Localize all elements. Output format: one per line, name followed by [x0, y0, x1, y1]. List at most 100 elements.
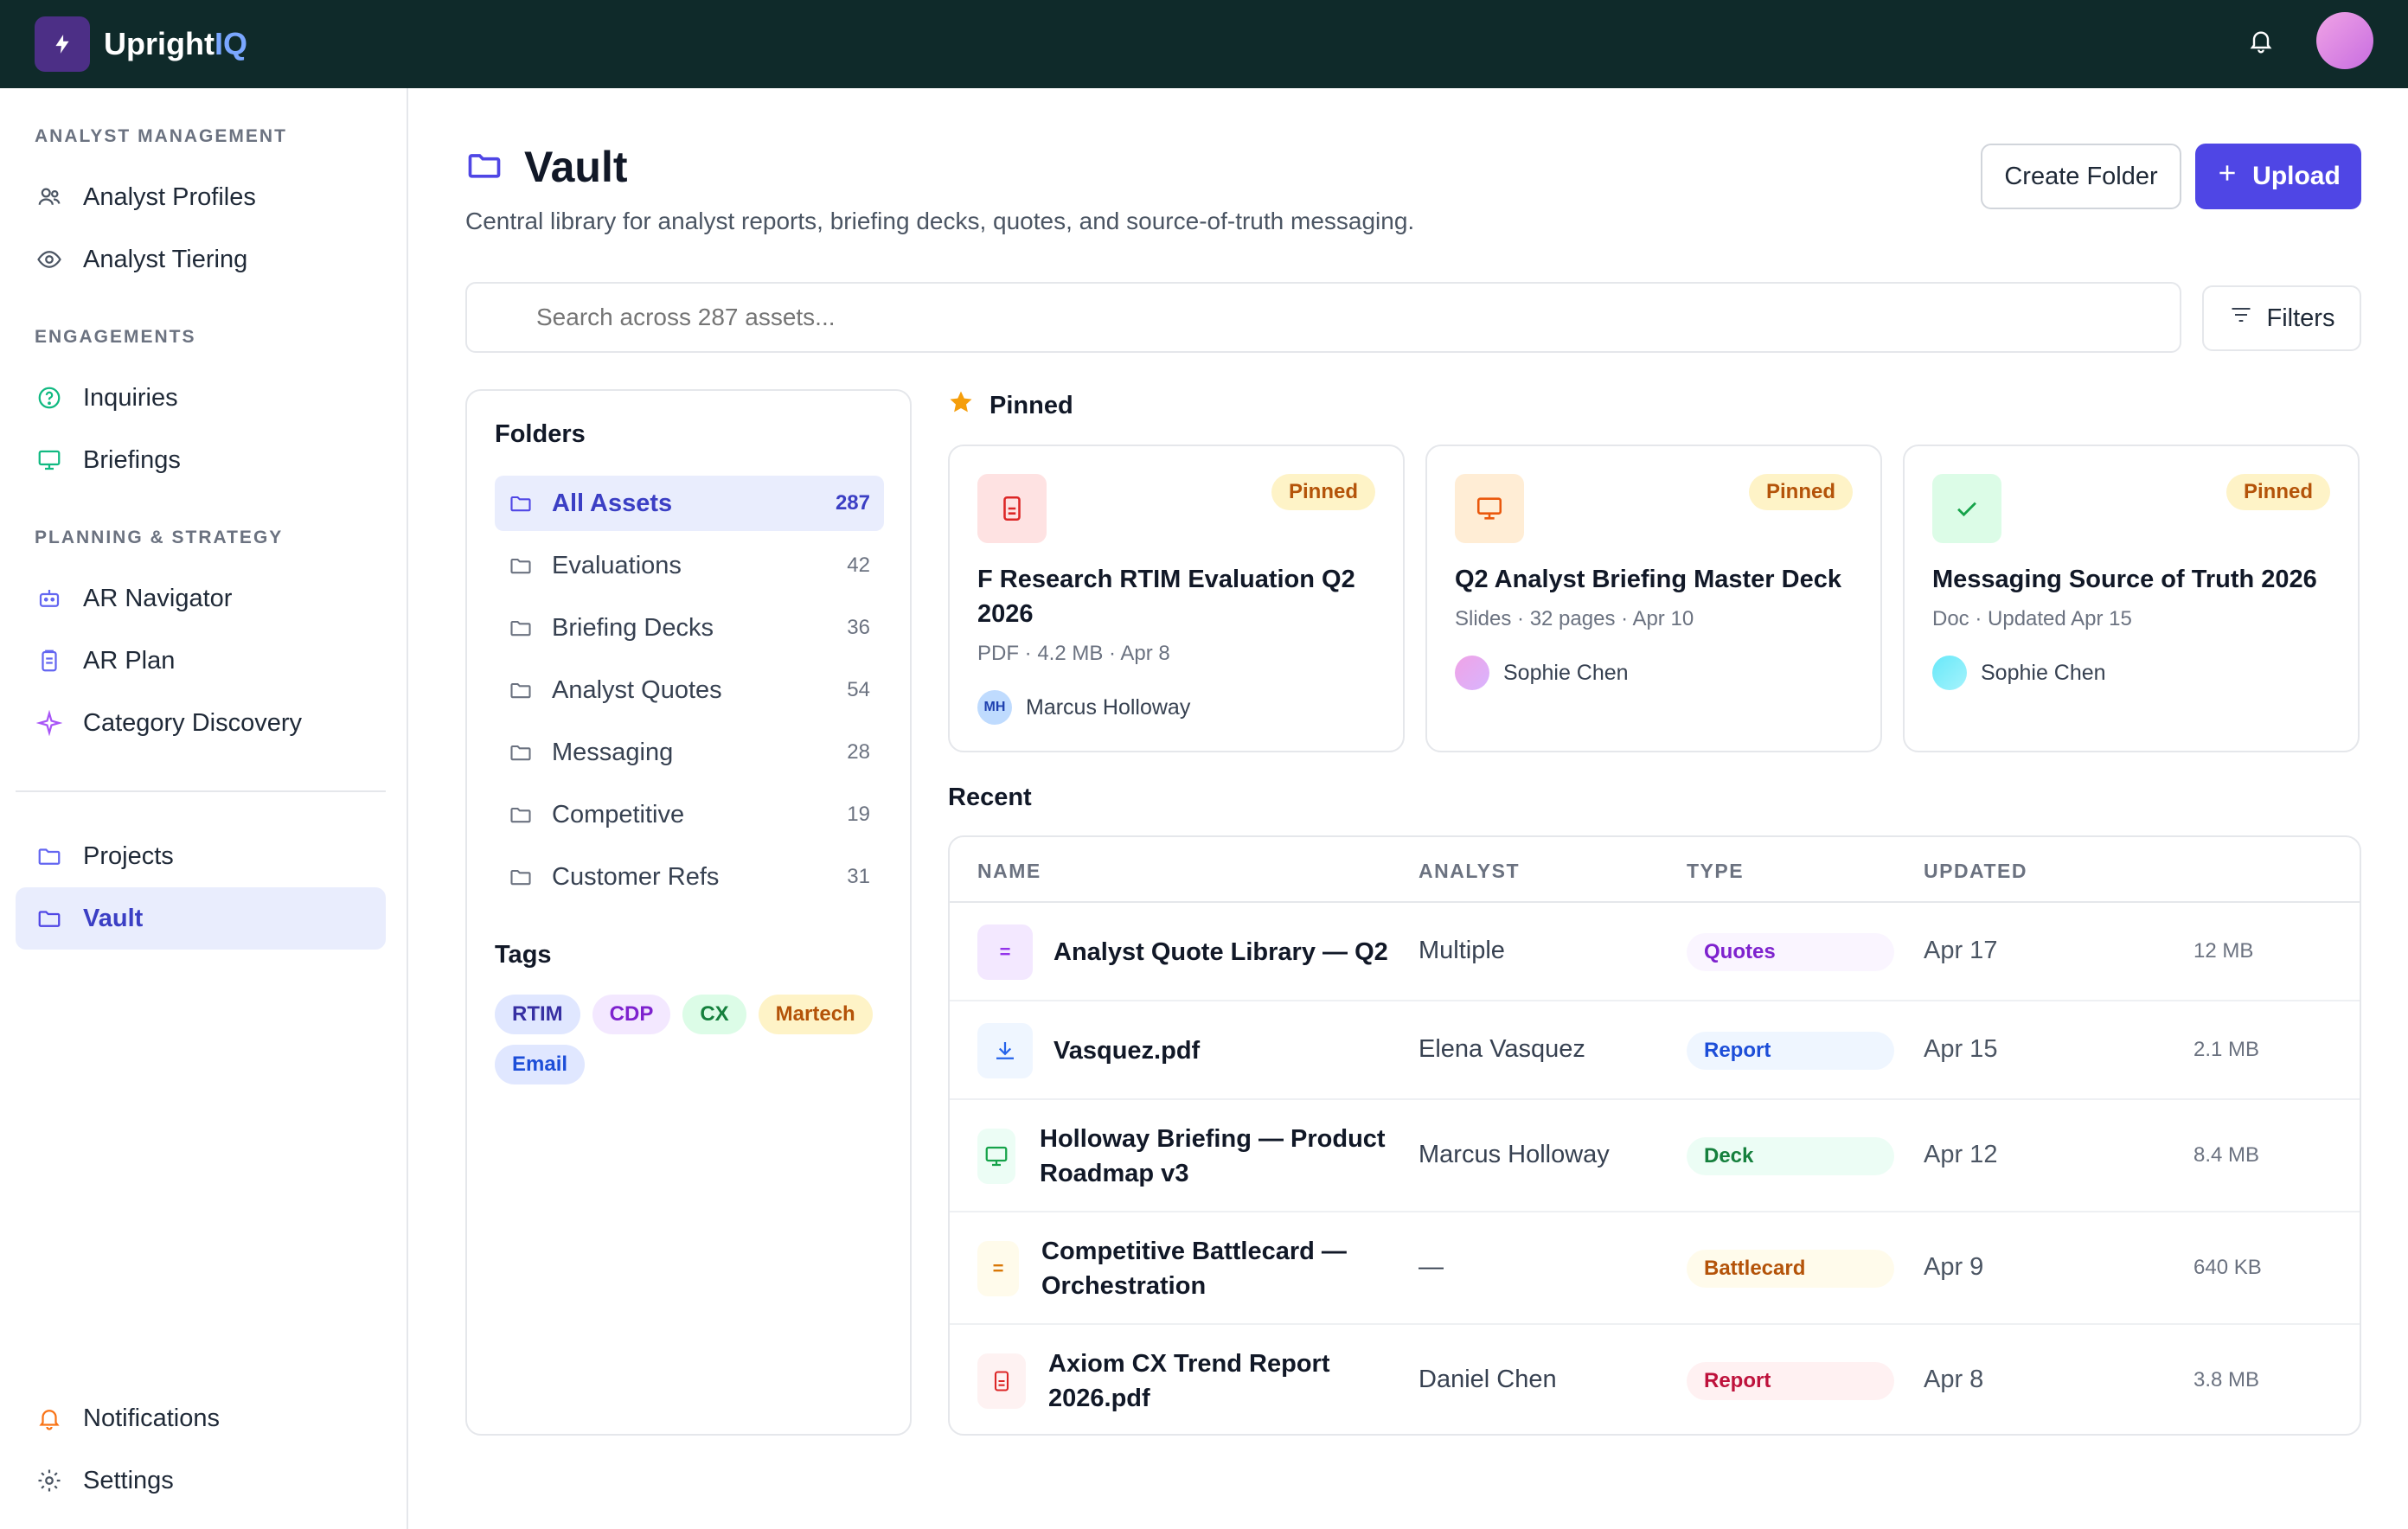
sidebar-item-label: Category Discovery [83, 708, 303, 737]
pinned-card-meta: Doc · Updated Apr 15 [1932, 607, 2132, 630]
folder-item-briefing-decks[interactable]: Briefing Decks 36 [495, 600, 884, 656]
folder-label: Competitive [552, 800, 685, 828]
pinned-card[interactable]: Pinned F Research RTIM Evaluation Q2 202… [948, 445, 1405, 752]
check-icon [1932, 474, 2001, 543]
tag-list: RTIM CDP CX Martech Email [495, 995, 893, 1084]
search-input[interactable] [465, 282, 2181, 353]
tag-email[interactable]: Email [495, 1045, 586, 1084]
folder-icon [509, 677, 535, 703]
folder-item-evaluations[interactable]: Evaluations 42 [495, 538, 884, 593]
tag-martech[interactable]: Martech [758, 995, 873, 1034]
sidebar-item-category-discovery[interactable]: Category Discovery [16, 692, 386, 754]
sidebar-item-notifications[interactable]: Notifications [16, 1387, 386, 1449]
pinned-card-meta: Slides · 32 pages · Apr 10 [1455, 607, 1694, 630]
row-updated: Apr 15 [1924, 1035, 1998, 1063]
sidebar-item-projects[interactable]: Projects [16, 825, 386, 887]
page-title: Vault [524, 143, 628, 191]
folder-label: Messaging [552, 738, 674, 766]
folder-item-analyst-quotes[interactable]: Analyst Quotes 54 [495, 662, 884, 718]
notifications-bell-icon[interactable] [2244, 23, 2278, 58]
logo-bolt-icon[interactable] [35, 16, 90, 72]
row-updated: Apr 12 [1924, 1141, 1998, 1168]
bell-icon [35, 1404, 64, 1433]
folder-count: 42 [847, 553, 870, 577]
filter-icon [2229, 303, 2253, 334]
column-header-updated[interactable]: UPDATED [1924, 860, 2027, 883]
folder-item-competitive[interactable]: Competitive 19 [495, 787, 884, 842]
type-badge: Report [1687, 1032, 1894, 1070]
column-header-type[interactable]: TYPE [1687, 860, 1744, 883]
folder-count: 54 [847, 678, 870, 701]
row-analyst: Marcus Holloway [1419, 1141, 1610, 1168]
folder-count: 28 [847, 740, 870, 764]
row-name: Analyst Quote Library — Q2 [1054, 938, 1388, 966]
table-row[interactable]: Holloway Briefing — Product Roadmap v3 M… [950, 1100, 2360, 1212]
table-row[interactable]: = Analyst Quote Library — Q2 Multiple Qu… [950, 903, 2360, 1001]
sidebar-item-inquiries[interactable]: Inquiries [16, 367, 386, 429]
sidebar-item-briefings[interactable]: Briefings [16, 429, 386, 491]
pinned-title: Pinned [989, 391, 1073, 419]
row-updated: Apr 17 [1924, 937, 1998, 964]
row-size: 8.4 MB [2193, 1143, 2260, 1167]
app-logo-text[interactable]: UprightIQ [104, 26, 247, 62]
pinned-card[interactable]: Pinned Q2 Analyst Briefing Master Deck S… [1425, 445, 1882, 752]
filters-button[interactable]: Filters [2202, 285, 2361, 351]
page-subtitle: Central library for analyst reports, bri… [465, 208, 1415, 234]
sidebar-section-engagements: ENGAGEMENTS [35, 327, 196, 347]
robot-icon [35, 584, 64, 613]
owner-name: Marcus Holloway [1026, 694, 1191, 720]
top-bar: UprightIQ [0, 0, 2408, 88]
table-row[interactable]: Vasquez.pdf Elena Vasquez Report Apr 15 … [950, 1001, 2360, 1100]
upload-button[interactable]: Upload [2195, 144, 2361, 209]
pinned-card-title: Messaging Source of Truth 2026 [1932, 566, 2317, 593]
user-avatar[interactable] [2316, 12, 2373, 69]
page-header: Vault [465, 142, 627, 192]
sidebar-item-label: Inquiries [83, 383, 178, 412]
sidebar-item-analyst-tiering[interactable]: Analyst Tiering [16, 228, 386, 291]
tags-title: Tags [495, 941, 552, 969]
avatar [1455, 656, 1489, 690]
column-header-analyst[interactable]: ANALYST [1419, 860, 1520, 883]
sidebar-item-label: Settings [83, 1466, 174, 1494]
sidebar-item-label: Briefings [83, 445, 181, 474]
folder-label: Evaluations [552, 551, 682, 579]
folder-label: Customer Refs [552, 862, 720, 891]
question-icon [35, 383, 64, 413]
folder-label: All Assets [552, 489, 673, 517]
pinned-badge: Pinned [1271, 474, 1375, 510]
folder-icon [509, 739, 535, 765]
monitor-icon [35, 445, 64, 475]
sidebar-item-settings[interactable]: Settings [16, 1449, 386, 1512]
table-row[interactable]: = Competitive Battlecard — Orchestration… [950, 1212, 2360, 1325]
pinned-card[interactable]: Pinned Messaging Source of Truth 2026 Do… [1903, 445, 2360, 752]
sidebar-item-vault[interactable]: Vault [16, 887, 386, 950]
column-header-name[interactable]: NAME [977, 860, 1041, 883]
tag-cdp[interactable]: CDP [592, 995, 671, 1034]
row-analyst: Daniel Chen [1419, 1366, 1557, 1393]
tag-cx[interactable]: CX [682, 995, 746, 1034]
sidebar-section-planning: PLANNING & STRATEGY [35, 528, 284, 547]
pinned-card-title: F Research RTIM Evaluation Q2 2026 [977, 566, 1355, 628]
folder-item-customer-refs[interactable]: Customer Refs 31 [495, 849, 884, 905]
sidebar-item-analyst-profiles[interactable]: Analyst Profiles [16, 166, 386, 228]
tag-rtim[interactable]: RTIM [495, 995, 580, 1034]
folder-icon [35, 841, 64, 871]
star-icon [948, 389, 974, 422]
folder-icon [509, 553, 535, 579]
presentation-icon [977, 1129, 1015, 1184]
gear-icon [35, 1466, 64, 1495]
sidebar-item-ar-navigator[interactable]: AR Navigator [16, 567, 386, 630]
sidebar-item-ar-plan[interactable]: AR Plan [16, 630, 386, 692]
sidebar-divider [16, 790, 386, 792]
folders-title: Folders [495, 420, 586, 448]
row-analyst: — [1419, 1253, 1444, 1281]
table-row[interactable]: Axiom CX Trend Report 2026.pdf Daniel Ch… [950, 1325, 2360, 1434]
row-size: 2.1 MB [2193, 1038, 2260, 1061]
folder-item-messaging[interactable]: Messaging 28 [495, 725, 884, 780]
folder-item-all-assets[interactable]: All Assets 287 [495, 476, 884, 531]
pinned-card-title: Q2 Analyst Briefing Master Deck [1455, 566, 1841, 593]
row-name-line: Holloway Briefing — Product [1040, 1125, 1386, 1153]
eye-icon [35, 245, 64, 274]
row-updated: Apr 9 [1924, 1253, 1984, 1281]
create-folder-button[interactable]: Create Folder [1981, 144, 2181, 209]
